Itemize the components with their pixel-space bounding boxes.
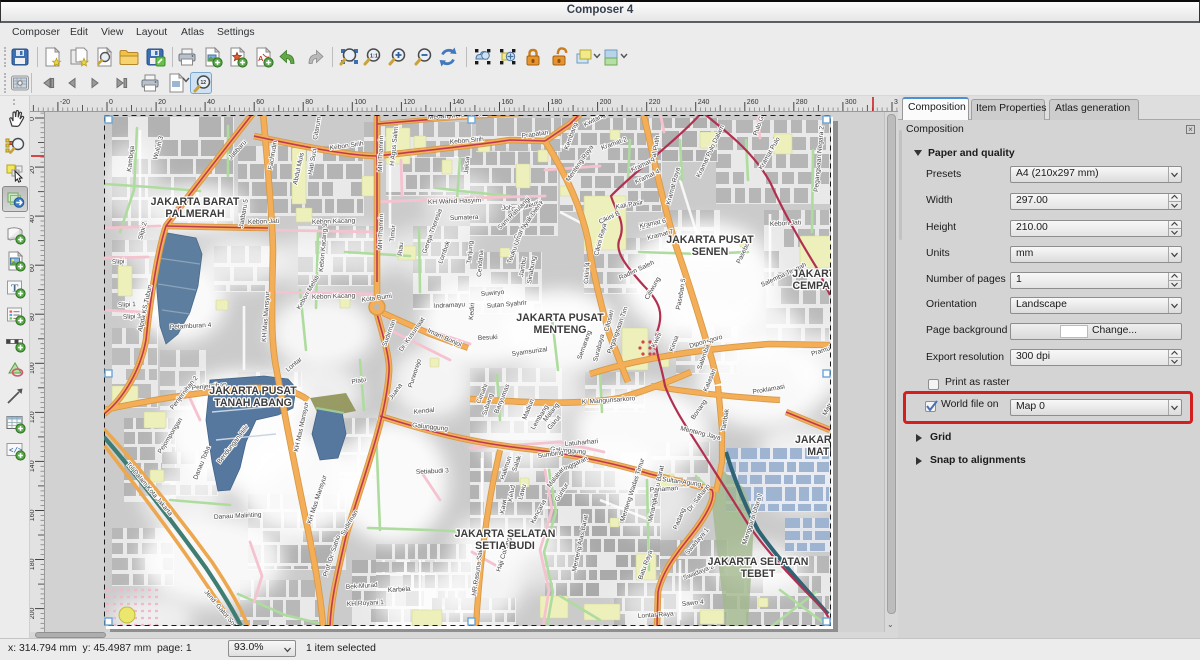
svg-text:120: 120 bbox=[403, 99, 415, 106]
svg-text:240: 240 bbox=[698, 99, 710, 106]
svg-text:JAKARTA PUSAT: JAKARTA PUSAT bbox=[209, 385, 297, 397]
svg-text:300: 300 bbox=[845, 99, 857, 106]
svg-text:80: 80 bbox=[305, 99, 313, 106]
svg-text:MENTENG: MENTENG bbox=[534, 324, 587, 336]
svg-text:200: 200 bbox=[30, 608, 36, 620]
svg-text:100: 100 bbox=[30, 362, 36, 374]
svg-text:0: 0 bbox=[109, 99, 113, 106]
svg-text:80: 80 bbox=[30, 313, 36, 321]
svg-text:60: 60 bbox=[30, 264, 36, 272]
svg-text:20: 20 bbox=[30, 166, 36, 174]
svg-text:MATRAMAN: MATRAMAN bbox=[807, 446, 831, 458]
svg-text:Karbela: Karbela bbox=[388, 586, 411, 594]
svg-text:0: 0 bbox=[30, 117, 36, 121]
svg-text:Slipi 1: Slipi 1 bbox=[118, 301, 137, 309]
svg-text:-20: -20 bbox=[60, 99, 70, 106]
svg-text:60: 60 bbox=[256, 99, 264, 106]
svg-text:Besuki: Besuki bbox=[478, 334, 499, 342]
svg-text:120: 120 bbox=[30, 411, 36, 423]
svg-text:SETIA BUDI: SETIA BUDI bbox=[475, 540, 535, 552]
svg-text:140: 140 bbox=[452, 99, 464, 106]
svg-text:Sumatera: Sumatera bbox=[450, 214, 479, 222]
svg-text:1:1: 1:1 bbox=[370, 54, 378, 60]
svg-text:40: 40 bbox=[207, 99, 215, 106]
svg-text:260: 260 bbox=[747, 99, 759, 106]
svg-text:TEBET: TEBET bbox=[741, 568, 776, 580]
svg-text:180: 180 bbox=[551, 99, 563, 106]
svg-text:SENEN: SENEN bbox=[692, 246, 729, 258]
svg-text:Riau: Riau bbox=[397, 242, 405, 256]
svg-text:220: 220 bbox=[649, 99, 661, 106]
svg-text:JAKARTA SELATAN: JAKARTA SELATAN bbox=[455, 528, 556, 540]
svg-text:MH Thamrin: MH Thamrin bbox=[377, 213, 385, 250]
svg-text:MH Thamrin: MH Thamrin bbox=[377, 135, 385, 172]
svg-text:100: 100 bbox=[354, 99, 366, 106]
svg-text:JAKARTA TIMUR: JAKARTA TIMUR bbox=[795, 434, 831, 446]
svg-text:A: A bbox=[258, 54, 264, 63]
svg-text:Slipi 3: Slipi 3 bbox=[123, 313, 142, 321]
svg-text:TANAH ABANG: TANAH ABANG bbox=[214, 397, 292, 409]
svg-text:JAKARTA BARAT: JAKARTA BARAT bbox=[151, 196, 240, 208]
svg-text:CEMPAKA PUTIH: CEMPAKA PUTIH bbox=[792, 280, 831, 292]
svg-text:40: 40 bbox=[30, 215, 36, 223]
svg-text:160: 160 bbox=[30, 509, 36, 521]
svg-text:JAKARTA SELATAN: JAKARTA SELATAN bbox=[708, 556, 809, 568]
svg-text:20: 20 bbox=[158, 99, 166, 106]
svg-text:200: 200 bbox=[600, 99, 612, 106]
svg-text:JAKARTA PUSAT: JAKARTA PUSAT bbox=[666, 234, 754, 246]
svg-text:PALMERAH: PALMERAH bbox=[165, 208, 224, 220]
svg-text:160: 160 bbox=[502, 99, 514, 106]
svg-text:Kebon Jati: Kebon Jati bbox=[248, 218, 280, 226]
svg-text:140: 140 bbox=[30, 460, 36, 472]
svg-text:180: 180 bbox=[30, 558, 36, 570]
svg-text:280: 280 bbox=[796, 99, 808, 106]
svg-text:12: 12 bbox=[201, 80, 207, 86]
svg-text:JAKARTA PUSAT: JAKARTA PUSAT bbox=[792, 268, 831, 280]
svg-text:JAKARTA PUSAT: JAKARTA PUSAT bbox=[516, 312, 604, 324]
svg-text:Slipi: Slipi bbox=[112, 258, 125, 266]
